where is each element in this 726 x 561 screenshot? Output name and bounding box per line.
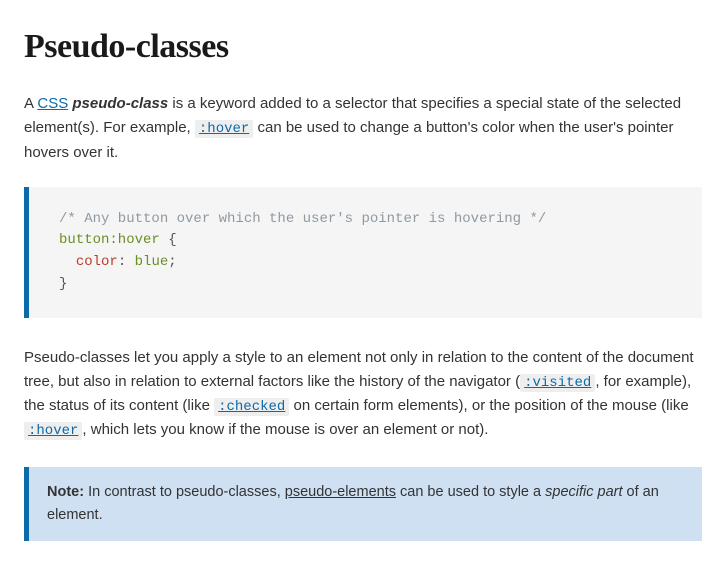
code-comment: /* Any button over which the user's poin…: [59, 211, 546, 227]
code-indent: [59, 254, 76, 270]
hover-code: :hover: [195, 120, 253, 138]
css-link[interactable]: CSS: [37, 95, 68, 112]
code-colon: :: [118, 254, 135, 270]
hover-link-2[interactable]: :hover: [24, 421, 82, 438]
text: on certain form elements), or the positi…: [289, 397, 688, 414]
code-value: blue: [135, 254, 169, 270]
code-brace-close: }: [59, 276, 67, 292]
code-brace-open: {: [160, 232, 177, 248]
pseudo-elements-link[interactable]: pseudo-elements: [285, 484, 396, 500]
visited-link[interactable]: :visited: [520, 373, 595, 390]
checked-link[interactable]: :checked: [214, 397, 289, 414]
code-example: /* Any button over which the user's poin…: [24, 187, 702, 318]
term-pseudo-class: pseudo-class: [72, 95, 168, 112]
text: In contrast to pseudo-classes,: [84, 484, 285, 500]
text: can be used to style a: [396, 484, 545, 500]
visited-code: :visited: [520, 374, 595, 392]
hover-link[interactable]: :hover: [195, 119, 253, 136]
hover-code-2: :hover: [24, 422, 82, 440]
code-selector: button:hover: [59, 232, 160, 248]
explanation-paragraph: Pseudo-classes let you apply a style to …: [24, 346, 702, 443]
code-semicolon: ;: [168, 254, 176, 270]
text: A: [24, 95, 37, 112]
page-title: Pseudo-classes: [24, 20, 702, 74]
intro-paragraph: A CSS pseudo-class is a keyword added to…: [24, 92, 702, 164]
note-emphasis: specific part: [545, 484, 622, 500]
checked-code: :checked: [214, 398, 289, 416]
note-box: Note: In contrast to pseudo-classes, pse…: [24, 467, 702, 541]
note-label: Note:: [47, 484, 84, 500]
text: , which lets you know if the mouse is ov…: [82, 421, 488, 438]
code-property: color: [76, 254, 118, 270]
